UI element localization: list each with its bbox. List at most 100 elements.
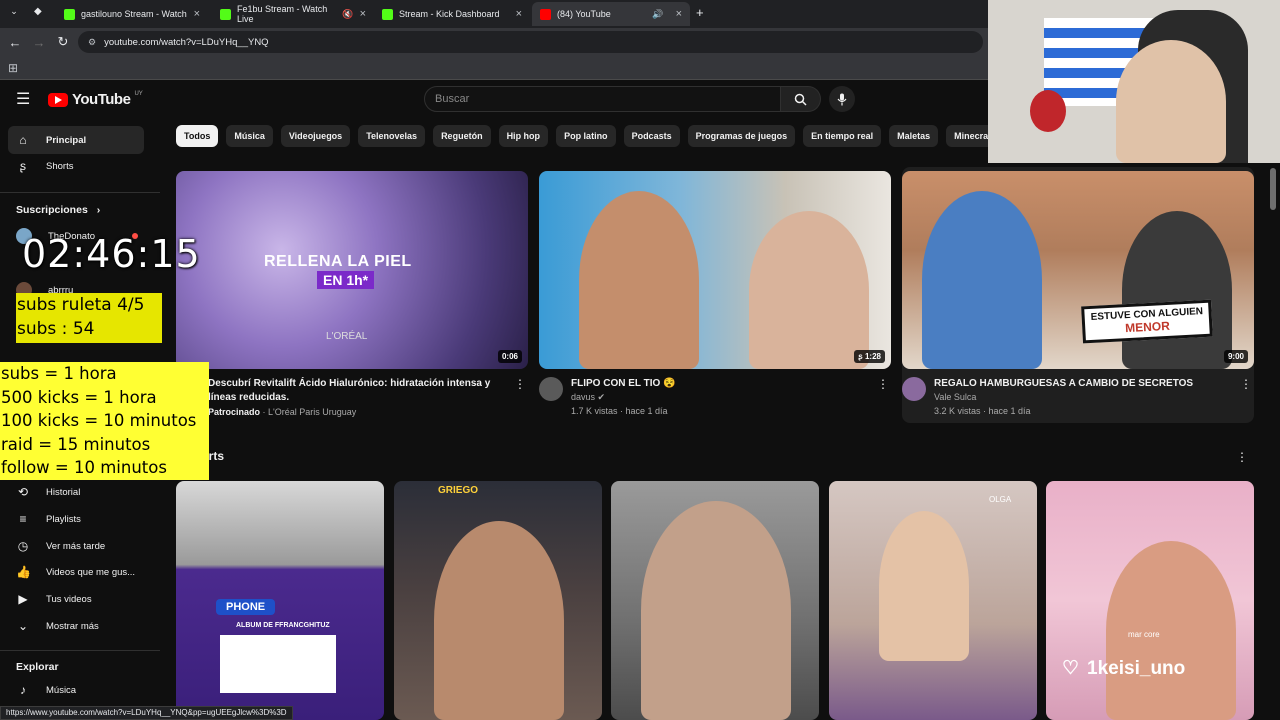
chip[interactable]: Programas de juegos [687, 125, 796, 147]
youtube-icon [540, 8, 551, 20]
close-icon[interactable]: × [360, 8, 366, 20]
search-bar [424, 86, 855, 112]
voice-search-button[interactable] [829, 86, 855, 112]
sidebar-divider [0, 192, 160, 193]
search-button[interactable] [781, 86, 821, 112]
new-tab-icon[interactable]: + [696, 5, 704, 20]
sidebar-item-show-more[interactable]: ⌄ Mostrar más [8, 612, 144, 640]
sidebar-item-watch-later[interactable]: ◷ Ver más tarde [8, 532, 144, 560]
chip[interactable]: Música [226, 125, 273, 147]
sidebar-item-historial[interactable]: ⟲ Historial [8, 478, 144, 506]
site-info-icon[interactable]: ⚙ [88, 37, 96, 48]
chip[interactable]: Todos [176, 125, 219, 147]
video-title[interactable]: Descubrí Revitalift Ácido Hialurónico: h… [208, 377, 508, 405]
video-thumbnail[interactable]: RELLENA LA PIEL EN 1h* L'ORÉAL 0:06 [176, 171, 528, 369]
link-status-bar: https://www.youtube.com/watch?v=LDuYHq__… [0, 706, 293, 720]
short-image [220, 635, 336, 693]
video-title[interactable]: FLIPO CON EL TIO 😵 [571, 377, 871, 391]
hamburger-icon[interactable]: ☰ [16, 89, 30, 109]
short-card[interactable]: mar core ♡ 1keisi_uno [1046, 481, 1254, 720]
close-icon[interactable]: × [516, 8, 522, 20]
video-channel[interactable]: Vale Sulca [934, 392, 976, 402]
youtube-play-icon [48, 92, 68, 107]
thumbs-up-icon: 👍 [16, 565, 31, 579]
video-card[interactable]: RELLENA LA PIEL EN 1h* L'ORÉAL 0:06 Desc… [176, 171, 528, 429]
chevron-right-icon: › [96, 204, 101, 216]
avatar[interactable] [539, 377, 563, 401]
more-vert-icon[interactable]: ⋮ [877, 377, 889, 391]
tab-label: gastilouno Stream - Watch [81, 9, 187, 19]
more-vert-icon[interactable]: ⋮ [1240, 377, 1252, 391]
mute-icon[interactable]: 🔇 [342, 9, 353, 20]
rule-line: follow = 10 minutos [1, 458, 167, 477]
rule-line: 500 kicks = 1 hora [1, 387, 157, 407]
shorts-icon: ʂ [858, 352, 863, 361]
video-thumbnail[interactable]: ESTUVE CON ALGUIEN MENOR 9:00 [902, 171, 1254, 369]
sidebar-item-shorts[interactable]: ʂ Shorts [8, 152, 144, 180]
short-card[interactable]: PHONE ALBUM DE FFRANCGHITUZ [176, 481, 384, 720]
sidebar-item-principal[interactable]: ⌂ Principal [8, 126, 144, 154]
bookmarks-bar: ⊞ [0, 56, 990, 80]
reload-icon[interactable]: ↻ [51, 34, 75, 50]
search-input[interactable] [424, 86, 781, 112]
extension-icon[interactable]: ◆ [34, 6, 42, 17]
mic-icon [837, 93, 847, 105]
short-card[interactable]: GRIEGO [394, 481, 602, 720]
video-card[interactable]: ʂ 1:28 FLIPO CON EL TIO 😵 davus ✔ 1.7 K … [539, 171, 891, 429]
sidebar-item-playlists[interactable]: ≡ Playlists [8, 505, 144, 533]
play-square-icon: ▶ [18, 592, 28, 606]
short-card[interactable]: OLGA [829, 481, 1037, 720]
video-thumbnail[interactable]: ʂ 1:28 [539, 171, 891, 369]
audio-icon[interactable]: 🔊 [652, 9, 663, 20]
scrollbar[interactable] [1270, 168, 1276, 210]
subs-line: subs : 54 [17, 319, 95, 339]
more-vert-icon[interactable]: ⋮ [514, 377, 526, 391]
sidebar-item-liked[interactable]: 👍 Videos que me gus... [8, 558, 144, 586]
youtube-logo[interactable]: YouTube UY [48, 91, 143, 108]
subs-line: subs ruleta 4/5 [17, 295, 145, 315]
subathon-rules: subs = 1 hora 500 kicks = 1 hora 100 kic… [0, 362, 209, 480]
chip[interactable]: Reguetón [433, 125, 491, 147]
back-icon[interactable]: ← [3, 35, 27, 50]
address-bar[interactable]: ⚙ youtube.com/watch?v=LDuYHq__YNQ [78, 31, 983, 53]
video-title[interactable]: REGALO HAMBURGUESAS A CAMBIO DE SECRETOS [934, 377, 1234, 391]
video-card[interactable]: ESTUVE CON ALGUIEN MENOR 9:00 REGALO HAM… [902, 167, 1254, 423]
close-icon[interactable]: × [676, 8, 682, 20]
browser-tab-active[interactable]: (84) YouTube 🔊 × [532, 2, 690, 26]
chip[interactable]: Podcasts [623, 125, 680, 147]
chip[interactable]: Hip hop [498, 125, 549, 147]
chip[interactable]: Telenovelas [358, 125, 426, 147]
tab-search-icon[interactable]: ⌄ [2, 6, 26, 17]
webcam-feed [988, 0, 1280, 163]
chip[interactable]: Minecraft [946, 125, 988, 147]
browser-tabstrip: ⌄ ◆ gastilouno Stream - Watch × Fe1bu St… [0, 0, 990, 28]
short-card[interactable] [611, 481, 819, 720]
sidebar-item-label: Playlists [46, 513, 81, 525]
browser-tab[interactable]: Fe1bu Stream - Watch Live 🔇 × [212, 2, 374, 26]
forward-icon[interactable]: → [27, 35, 51, 50]
chip[interactable]: Maletas [889, 125, 939, 147]
video-meta: FLIPO CON EL TIO 😵 davus ✔ 1.7 K vistas … [539, 369, 891, 429]
webcam-toy [1030, 90, 1066, 132]
stream-screen: ⌄ ◆ gastilouno Stream - Watch × Fe1bu St… [0, 0, 1280, 720]
chip[interactable]: En tiempo real [803, 125, 882, 147]
avatar[interactable] [902, 377, 926, 401]
chip[interactable]: Videojuegos [280, 125, 351, 147]
sidebar-item-label: Tus videos [46, 593, 92, 605]
video-channel[interactable]: Patrocinado · L'Oréal Paris Uruguay [208, 407, 356, 417]
duration-badge: ʂ 1:28 [854, 350, 885, 363]
browser-tab[interactable]: Stream - Kick Dashboard × [374, 2, 530, 26]
sidebar-item-music[interactable]: ♪ Música [8, 676, 144, 704]
more-vert-icon[interactable]: ⋮ [1236, 450, 1248, 464]
sidebar-item-your-videos[interactable]: ▶ Tus videos [8, 585, 144, 613]
short-person [641, 501, 791, 720]
close-icon[interactable]: × [194, 8, 200, 20]
thumbnail-person [749, 211, 869, 369]
subscriptions-heading-label: Suscripciones [16, 204, 88, 216]
apps-grid-icon[interactable]: ⊞ [8, 61, 18, 75]
subscriptions-heading[interactable]: Suscripciones › [16, 204, 100, 216]
sidebar-item-label: Historial [46, 486, 81, 498]
browser-tab[interactable]: gastilouno Stream - Watch × [56, 2, 208, 26]
video-channel[interactable]: davus ✔ [571, 392, 605, 403]
chip[interactable]: Pop latino [556, 125, 616, 147]
